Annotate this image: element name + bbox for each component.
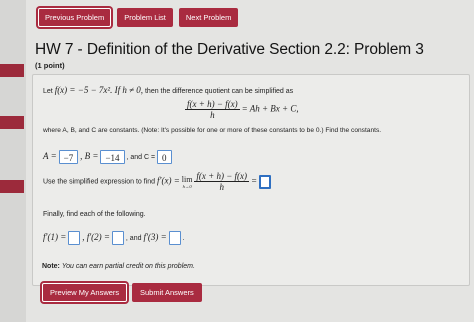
partial-credit-note: Note: You can earn partial credit on thi… [42,263,195,270]
lim-subscript: h→0 [182,183,192,189]
c-label: , and C = [126,153,156,161]
f2-label: , f′(2) = [82,231,110,242]
b-label: , B = [80,150,99,161]
constants-text: where A, B, and C are constants. (Note: … [43,127,382,134]
dq-fraction: f(x + h) − f(x) h [185,99,240,120]
limit-numerator: f(x + h) − f(x) [194,171,249,182]
values-answers: f′(1) = , f′(2) = , and f′(3) = . [43,231,185,245]
previous-problem-button[interactable]: Previous Problem [38,8,112,27]
dq-denominator: h [210,110,215,120]
intro-line: Let f(x) = −5 − 7x². If h ≠ 0, then the … [43,85,293,95]
difference-quotient: f(x + h) − f(x) h = Ah + Bx + C, [185,99,299,120]
limit-equals: = [250,175,258,186]
problem-page: Previous Problem Problem List Next Probl… [26,0,474,322]
a-label: A = [43,150,57,161]
side-tab-2 [0,116,24,129]
fprime-answer-field[interactable] [258,174,271,189]
note-text: You can earn partial credit on this prob… [61,263,195,270]
f3-prefix: , and [125,234,142,242]
intro-suffix: then the difference quotient can be simp… [144,88,294,95]
lim-text: lim [181,174,193,184]
period: . [182,234,185,242]
submit-answers-button[interactable]: Submit Answers [132,283,202,302]
use-text: Use the simplified expression to find [43,178,156,186]
dq-rhs: = Ah + Bx + C, [241,103,299,114]
side-tab-3 [0,180,24,193]
problem-navigation: Previous Problem Problem List Next Probl… [38,8,239,27]
points-label: (1 point) [35,61,65,70]
limit-operator: lim h→0 [182,175,193,189]
intro-prefix: Let [43,88,53,95]
next-problem-button[interactable]: Next Problem [178,8,239,27]
f3-answer-field[interactable] [168,231,181,245]
f3-label: f′(3) = [143,231,167,242]
f2-answer-field[interactable] [111,231,124,245]
b-answer-field[interactable]: −14 [100,150,125,164]
note-label: Note: [42,263,60,270]
derivative-line: Use the simplified expression to find f′… [43,171,271,192]
f1-answer-field[interactable] [68,231,81,245]
dq-numerator: f(x + h) − f(x) [185,99,240,110]
constants-answers: A = −7 , B = −14 , and C = 0 [43,150,172,164]
a-answer-field[interactable]: −7 [58,150,79,164]
c-answer-field[interactable]: 0 [157,150,172,164]
finally-text: Finally, find each of the following. [43,211,146,218]
fprime-label: f′(x) = [157,175,180,186]
f1-label: f′(1) = [43,231,67,242]
problem-list-button[interactable]: Problem List [117,8,173,27]
limit-fraction: f(x + h) − f(x) h [194,171,249,192]
side-tab-1 [0,64,24,77]
limit-denominator: h [219,182,224,192]
problem-card: Let f(x) = −5 − 7x². If h ≠ 0, then the … [32,74,470,286]
preview-answers-button[interactable]: Preview My Answers [42,283,128,302]
function-definition: f(x) = −5 − 7x². If h ≠ 0, [54,85,144,95]
page-title: HW 7 - Definition of the Derivative Sect… [35,41,424,58]
